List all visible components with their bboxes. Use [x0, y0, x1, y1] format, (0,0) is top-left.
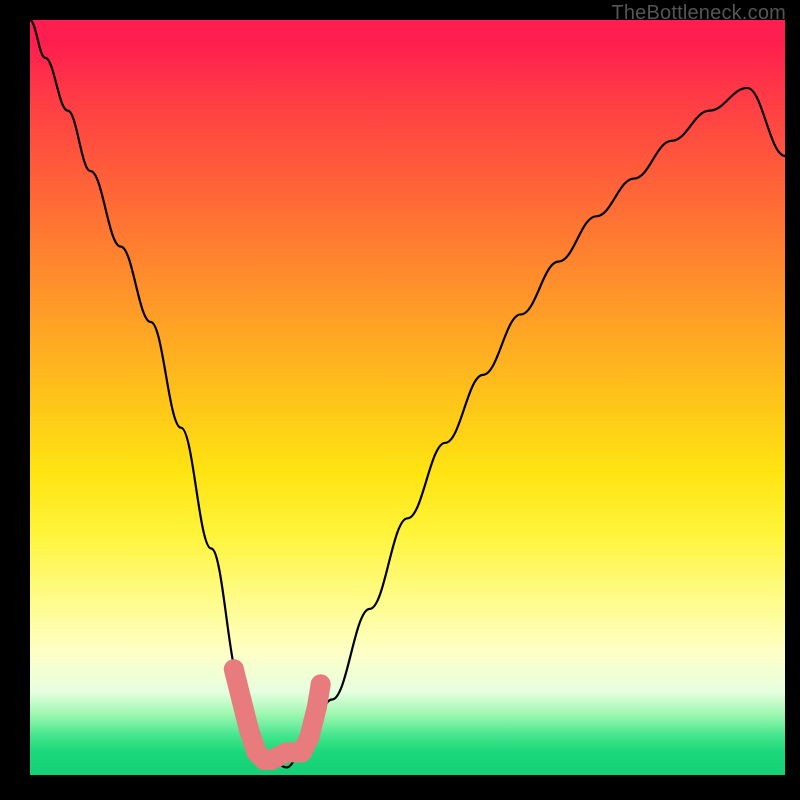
- sweet-spot-markers: [224, 659, 331, 770]
- chart-svg: [30, 20, 785, 775]
- sweet-spot-point: [239, 720, 259, 740]
- plot-area: [30, 20, 785, 775]
- sweet-spot-point: [307, 697, 327, 717]
- sweet-spot-point: [311, 674, 331, 694]
- chart-frame: TheBottleneck.com: [0, 0, 800, 800]
- bottleneck-curve: [30, 20, 785, 767]
- sweet-spot-point: [231, 690, 251, 710]
- sweet-spot-point: [224, 659, 244, 679]
- sweet-spot-point: [299, 727, 319, 747]
